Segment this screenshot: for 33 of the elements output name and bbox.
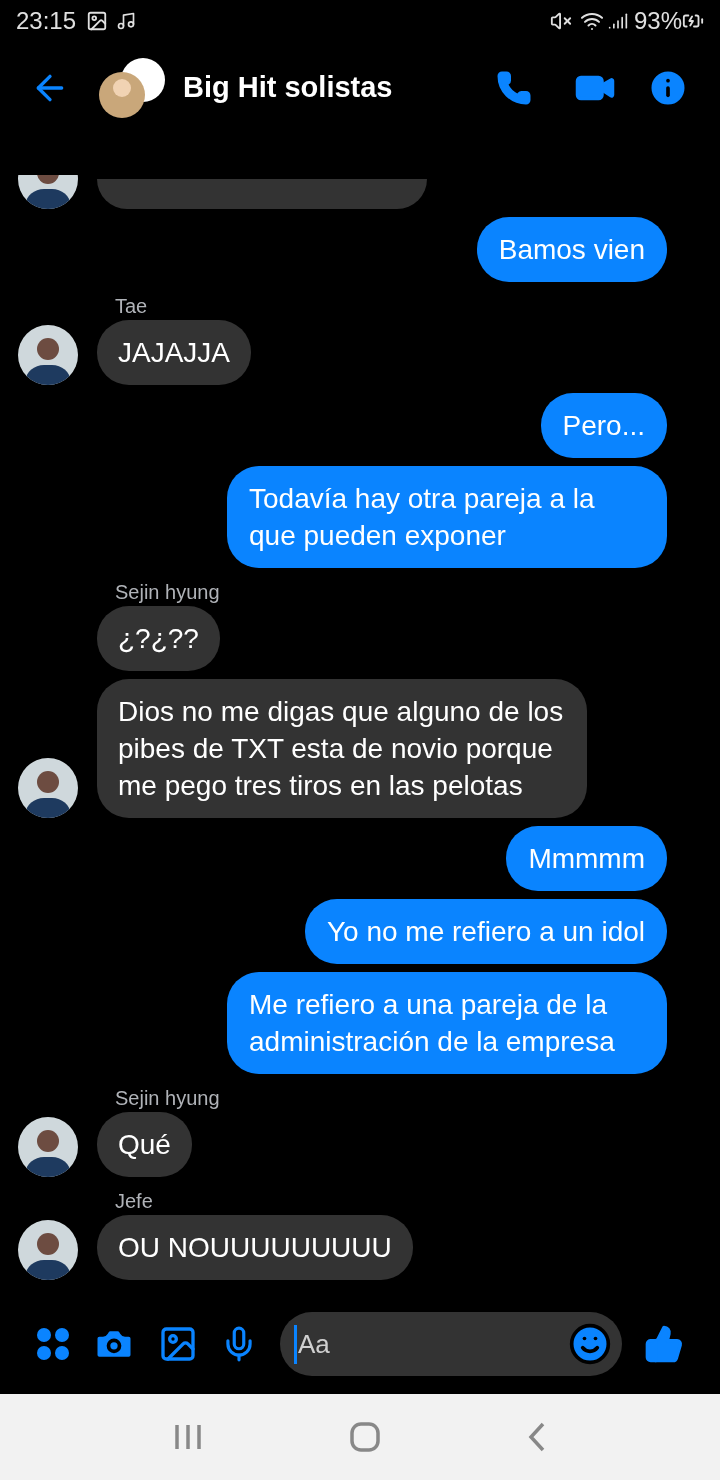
message-bubble: Yo no me refiero a un idol: [304, 899, 667, 964]
message-field[interactable]: Aa: [280, 1312, 622, 1376]
chat-title: Big Hit solistas: [183, 70, 393, 106]
message-bubble: Mmmmm: [506, 826, 667, 891]
like-button[interactable]: [644, 1324, 684, 1364]
message-bubble: ¿?¿??: [97, 606, 220, 671]
music-icon: [116, 11, 137, 31]
group-avatar: [98, 58, 168, 118]
message-bubble: Dios no me digas que alguno de los pibes de TXT esta de novio porque me pego tres tiros en las pelotas: [97, 679, 587, 818]
message-bubble: Me refiero a una pareja de la administración de la empresa: [227, 972, 667, 1074]
status-time: 23:15: [16, 6, 77, 36]
sender-name: Tae: [115, 294, 149, 318]
battery-percent: 93%: [633, 6, 682, 36]
message-bubble: JAJAJJA: [97, 320, 252, 385]
message-bubble: Pero...: [540, 393, 667, 458]
recent-apps-icon[interactable]: [174, 1424, 202, 1450]
message-bubble: Bamos vien: [476, 217, 667, 282]
mute-icon: [549, 10, 572, 32]
call-button[interactable]: [496, 70, 532, 106]
gallery-icon: [86, 10, 109, 32]
message-bubble: Qué: [97, 1112, 192, 1177]
home-icon[interactable]: [350, 1422, 380, 1452]
back-icon[interactable]: [528, 1422, 546, 1452]
message-bubble: Todavía hay otra pareja a la que pueden exponer: [227, 466, 667, 568]
emoji-icon[interactable]: [568, 1322, 612, 1366]
sender-name: Sejin hyung: [115, 580, 221, 604]
message-bubble: OU NOUUUUUUUUU: [97, 1215, 413, 1280]
signal-icon: [607, 11, 628, 31]
gallery-button[interactable]: [158, 1324, 198, 1364]
message-input[interactable]: Aa: [294, 1324, 568, 1364]
sender-name: Jefe: [115, 1189, 154, 1213]
menu-dots-icon[interactable]: [36, 1327, 70, 1361]
sender-name: Sejin hyung: [115, 1086, 221, 1110]
